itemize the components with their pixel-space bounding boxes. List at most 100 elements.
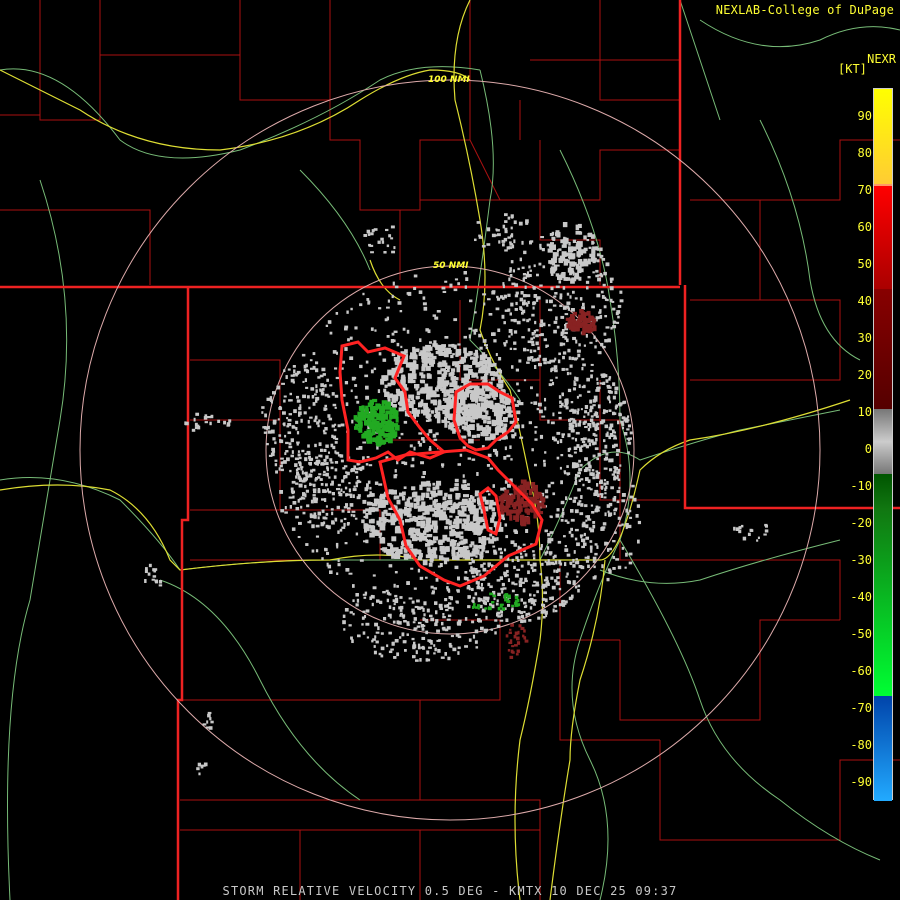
- echo-pixel: [287, 368, 291, 371]
- echo-pixel: [521, 336, 525, 339]
- echo-pixel: [296, 431, 300, 435]
- echo-pixel: [561, 329, 565, 332]
- echo-pixel: [406, 623, 410, 626]
- echo-pixel: [459, 531, 464, 535]
- echo-pixel: [532, 562, 537, 567]
- radar-map[interactable]: 50 NMI 100 NMI: [0, 0, 900, 900]
- echo-pixel: [588, 469, 591, 472]
- echo-pixel: [366, 501, 371, 506]
- echo-pixel: [602, 522, 607, 526]
- echo-pixel: [432, 482, 436, 486]
- echo-pixel: [459, 510, 465, 517]
- echo-pixel: [433, 521, 438, 528]
- echo-pixel: [533, 568, 537, 572]
- echo-pixel: [435, 411, 440, 416]
- echo-pixel: [290, 438, 294, 443]
- echo-pixel: [325, 512, 329, 516]
- echo-pixel: [354, 426, 358, 430]
- echo-pixel: [562, 603, 566, 607]
- echo-pixel: [385, 589, 389, 593]
- echo-pixel: [481, 587, 484, 592]
- echo-pixel: [552, 256, 558, 261]
- echo-pixel: [472, 499, 476, 503]
- echo-pixel: [544, 406, 547, 411]
- echo-pixel: [507, 509, 513, 514]
- echo-pixel: [419, 379, 425, 383]
- echo-pixel: [539, 496, 544, 502]
- echo-pixel: [283, 399, 286, 403]
- echo-pixel: [561, 433, 566, 436]
- echo-pixel: [530, 386, 533, 390]
- echo-pixel: [487, 357, 491, 362]
- echo-pixel: [435, 610, 438, 615]
- echo-pixel: [393, 583, 396, 588]
- echo-pixel: [281, 382, 285, 385]
- echo-pixel: [312, 402, 316, 406]
- echo-pixel: [329, 384, 333, 387]
- echo-pixel: [468, 595, 471, 599]
- echo-pixel: [509, 243, 514, 246]
- echo-pixel: [158, 584, 163, 587]
- echo-pixel: [365, 486, 369, 490]
- echo-pixel: [342, 491, 345, 494]
- echo-pixel: [451, 368, 456, 372]
- echo-pixel: [266, 397, 271, 401]
- echo-pixel: [472, 634, 476, 639]
- echo-pixel: [613, 470, 617, 474]
- echo-pixel: [439, 509, 444, 515]
- echo-pixel: [522, 490, 527, 494]
- echo-pixel: [435, 619, 439, 623]
- echo-pixel: [359, 364, 363, 369]
- echo-pixel: [404, 649, 407, 652]
- echo-pixel: [378, 532, 383, 536]
- echo-pixel: [558, 352, 562, 356]
- echo-pixel: [491, 537, 497, 542]
- echo-pixel: [310, 469, 314, 473]
- echo-pixel: [343, 628, 346, 631]
- echo-pixel: [481, 545, 485, 552]
- echo-pixel: [613, 431, 617, 434]
- echo-pixel: [578, 500, 582, 503]
- echo-pixel: [603, 479, 607, 482]
- echo-pixel: [565, 368, 569, 371]
- echo-pixel: [262, 426, 265, 429]
- echo-pixel: [426, 608, 430, 613]
- echo-pixel: [400, 345, 403, 349]
- echo-pixel: [445, 609, 449, 612]
- echo-pixel: [455, 515, 460, 521]
- echo-pixel: [628, 552, 633, 556]
- echo-pixel: [449, 382, 456, 388]
- echo-pixel: [528, 265, 531, 269]
- echo-pixel: [608, 378, 611, 381]
- echo-pixel: [314, 417, 317, 422]
- echo-pixel: [334, 450, 337, 454]
- echo-pixel: [618, 412, 622, 417]
- echo-pixel: [430, 585, 434, 589]
- echo-pixel: [572, 387, 577, 391]
- echo-pixel: [457, 282, 461, 286]
- echo-pixel: [464, 645, 469, 648]
- echo-pixel: [495, 229, 500, 232]
- echo-pixel: [475, 613, 478, 617]
- echo-pixel: [445, 519, 450, 525]
- echo-pixel: [571, 356, 575, 361]
- echo-pixel: [511, 589, 515, 593]
- echo-pixel: [582, 319, 589, 324]
- echo-pixel: [362, 414, 368, 419]
- echo-pixel: [397, 301, 402, 305]
- echo-pixel: [479, 555, 484, 560]
- echo-pixel: [564, 331, 568, 335]
- echo-pixel: [613, 466, 617, 469]
- echo-pixel: [202, 723, 207, 726]
- echo-pixel: [577, 267, 582, 274]
- echo-pixel: [590, 415, 594, 418]
- echo-pixel: [528, 599, 531, 603]
- echo-pixel: [511, 558, 514, 563]
- echo-pixel: [590, 322, 596, 327]
- echo-pixel: [432, 343, 438, 347]
- echo-pixel: [279, 490, 284, 494]
- echo-pixel: [151, 578, 155, 581]
- echo-pixel: [307, 444, 310, 448]
- echo-pixel: [495, 307, 500, 311]
- echo-pixel: [489, 405, 494, 409]
